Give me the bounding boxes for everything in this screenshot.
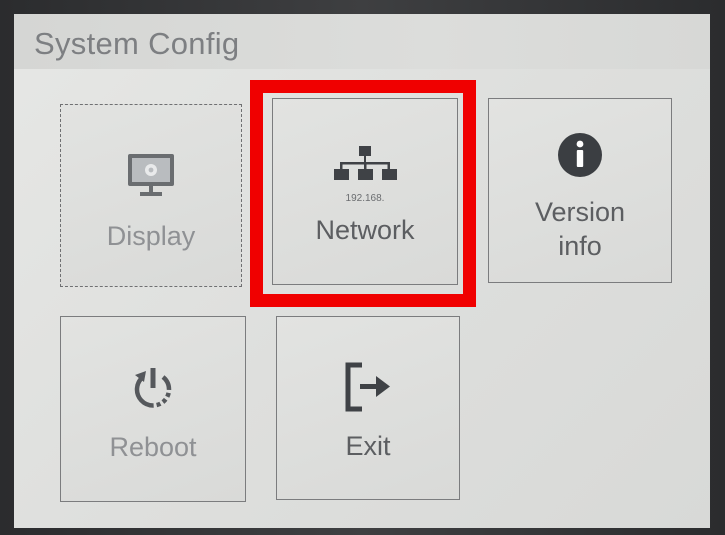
- version-info-label-line1: Version: [534, 197, 626, 227]
- exit-door-icon: [345, 362, 390, 412]
- exit-button[interactable]: Exit: [276, 316, 460, 500]
- title-bar: System Config: [14, 14, 710, 69]
- info-icon: [558, 133, 602, 177]
- reboot-button[interactable]: Reboot: [60, 316, 246, 502]
- page-title: System Config: [34, 26, 240, 61]
- display-button-label: Display: [106, 221, 196, 251]
- monitor-gear-icon: [128, 154, 174, 196]
- exit-button-label: Exit: [345, 431, 391, 461]
- reboot-button-label: Reboot: [109, 432, 197, 462]
- version-info-button[interactable]: Version info: [488, 98, 672, 283]
- highlight-box: [250, 80, 476, 307]
- power-restart-icon: [134, 368, 172, 408]
- version-info-label-line2: info: [558, 231, 602, 261]
- display-button[interactable]: Display: [60, 104, 242, 287]
